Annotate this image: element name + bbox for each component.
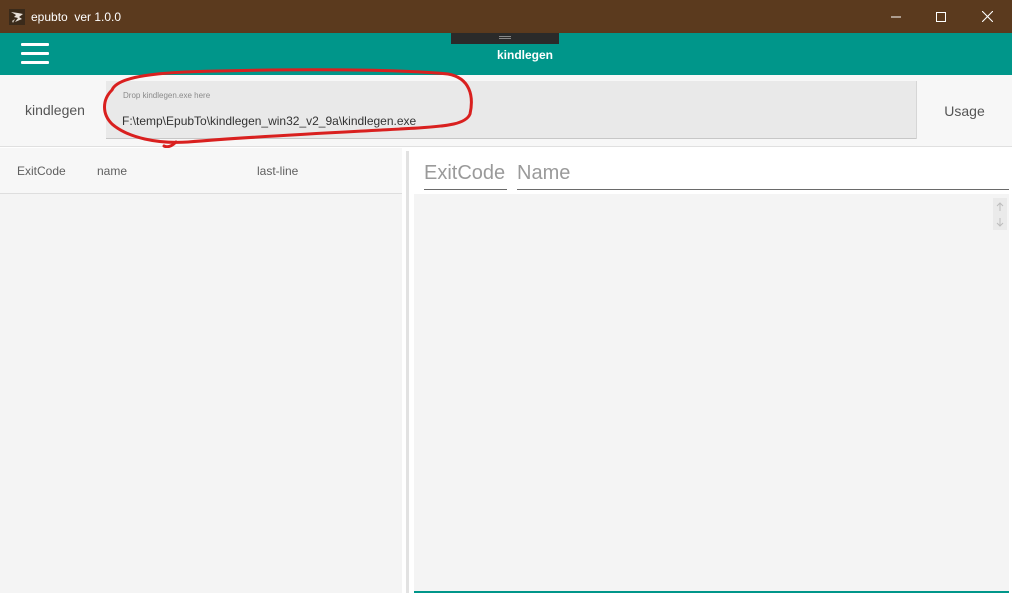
details-panel: ExitCode Name <box>414 148 1009 593</box>
close-icon <box>981 11 993 22</box>
kindlegen-path-input[interactable]: Drop kindlegen.exe here F:\temp\EpubTo\k… <box>106 81 916 139</box>
kindlegen-path-row: kindlegen Drop kindlegen.exe here F:\tem… <box>0 75 1012 147</box>
kindlegen-label: kindlegen <box>25 102 85 118</box>
path-input-placeholder: Drop kindlegen.exe here <box>123 91 211 100</box>
maximize-icon <box>936 11 946 22</box>
hamburger-menu-icon[interactable] <box>21 43 50 65</box>
scroll-up-button[interactable] <box>993 198 1007 214</box>
app-header: kindlegen <box>0 33 1012 75</box>
results-table-header: ExitCode name last-line <box>0 148 402 194</box>
close-button[interactable] <box>964 0 1010 33</box>
name-field[interactable]: Name <box>517 162 1009 190</box>
usage-button[interactable]: Usage <box>917 75 1012 147</box>
panel-splitter[interactable] <box>402 148 414 593</box>
path-input-value: F:\temp\EpubTo\kindlegen_win32_v2_9a\kin… <box>122 114 417 128</box>
drag-handle[interactable] <box>451 33 559 44</box>
arrow-down-icon <box>996 217 1004 227</box>
page-title: kindlegen <box>497 48 554 62</box>
column-header-exitcode[interactable]: ExitCode <box>17 164 66 178</box>
window-title: epubto ver 1.0.0 <box>31 10 122 24</box>
column-header-last-line[interactable]: last-line <box>257 164 298 178</box>
minimize-button[interactable] <box>873 0 919 33</box>
minimize-icon <box>891 16 901 17</box>
scroll-down-button[interactable] <box>993 214 1007 230</box>
details-header: ExitCode Name <box>414 148 1009 194</box>
column-header-name[interactable]: name <box>97 164 127 178</box>
maximize-button[interactable] <box>918 0 964 33</box>
exitcode-field[interactable]: ExitCode <box>424 162 507 190</box>
app-icon <box>9 9 25 25</box>
arrow-up-icon <box>996 201 1004 211</box>
results-table: ExitCode name last-line <box>0 148 402 593</box>
window-titlebar[interactable]: epubto ver 1.0.0 <box>0 0 1012 33</box>
